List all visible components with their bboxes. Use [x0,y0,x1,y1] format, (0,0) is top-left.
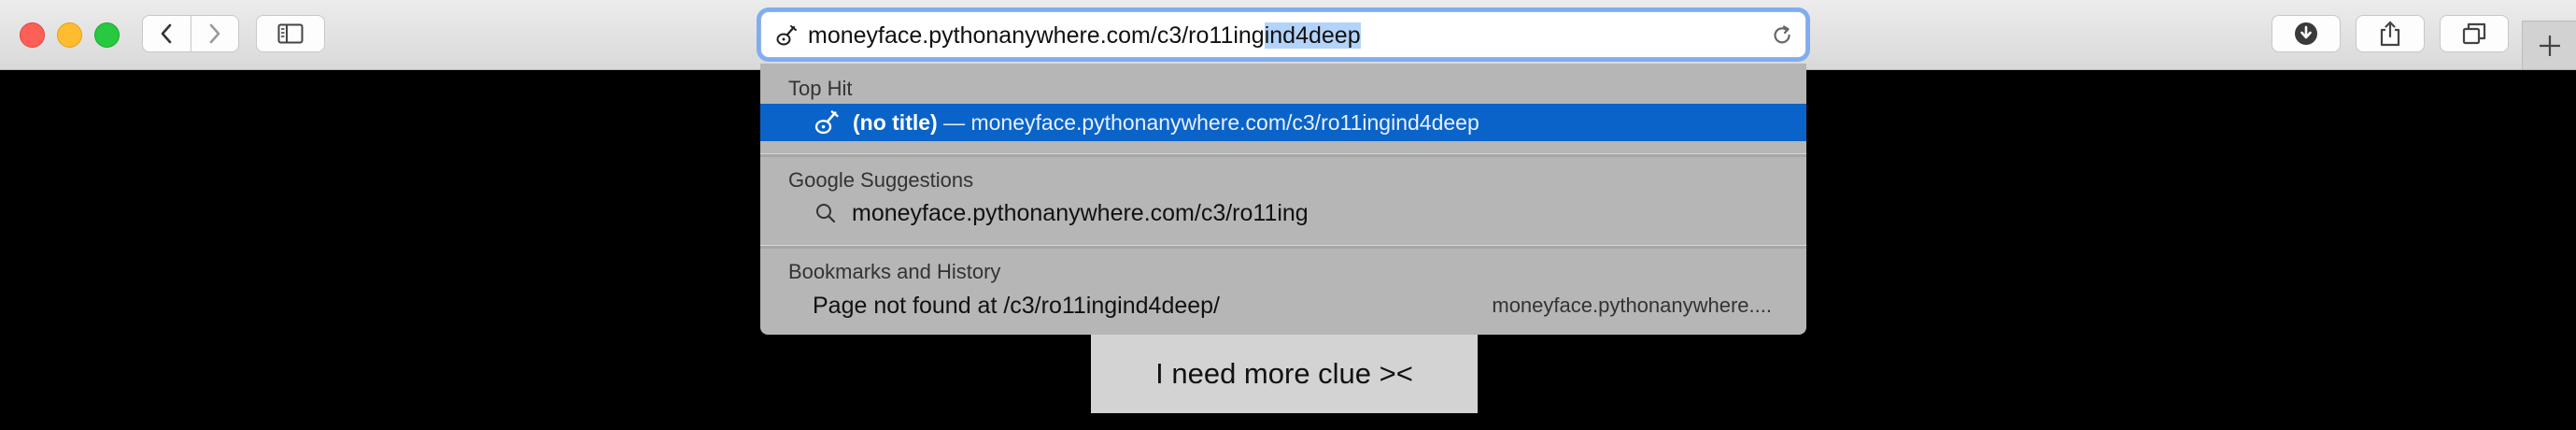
google-suggestion-item[interactable]: moneyface.pythonanywhere.com/c3/ro11ing [852,200,1309,227]
downloads-button[interactable] [2272,15,2341,52]
plus-icon [2539,35,2560,56]
forward-icon [209,23,220,44]
clue-button[interactable]: I need more clue >< [1091,335,1478,413]
minimize-window-button[interactable] [57,22,82,48]
section-divider [760,245,1806,249]
new-tab-button[interactable] [2522,21,2576,69]
close-window-button[interactable] [20,22,45,48]
address-typed-text: moneyface.pythonanywhere.com/c3/ro11ing [808,22,1265,49]
lute-favicon-icon [776,25,797,46]
bookmarks-history-header: Bookmarks and History [788,260,1001,283]
sidebar-icon [277,23,304,44]
top-hit-text: (no title) — moneyface.pythonanywhere.co… [853,110,1479,136]
zoom-window-button[interactable] [94,22,120,48]
address-autocomplete-selection: ind4deep [1264,22,1361,49]
search-icon [816,204,836,223]
history-item-title[interactable]: Page not found at /c3/ro11ingind4deep/ [813,293,1220,320]
sidebar-button[interactable] [256,15,325,52]
download-icon [2295,22,2317,45]
section-divider [760,153,1806,157]
nav-buttons [142,15,239,52]
top-hit-header: Top Hit [788,77,853,100]
top-hit-title: (no title) [853,110,938,135]
forward-button[interactable] [191,16,238,51]
browser-toolbar: moneyface.pythonanywhere.com/c3/ro11ingi… [0,0,2576,70]
share-button[interactable] [2356,15,2425,52]
clue-button-label: I need more clue >< [1155,357,1413,390]
top-hit-row[interactable]: (no title) — moneyface.pythonanywhere.co… [760,104,1806,141]
top-hit-separator: — [937,110,971,135]
show-all-tabs-button[interactable] [2440,15,2509,52]
address-bar[interactable]: moneyface.pythonanywhere.com/c3/ro11ingi… [760,11,1806,58]
address-input[interactable]: moneyface.pythonanywhere.com/c3/ro11ingi… [808,22,1361,50]
google-suggestions-header: Google Suggestions [788,168,974,192]
back-icon [161,23,172,44]
top-hit-url: moneyface.pythonanywhere.com/c3/ro11ingi… [970,110,1479,135]
back-button[interactable] [143,16,191,51]
history-item-url: moneyface.pythonanywhere.... [1492,294,1772,317]
tabs-icon [2462,22,2486,45]
lute-favicon-icon [814,110,839,135]
address-suggestions-dropdown: Top Hit (no title) — moneyface.pythonany… [760,64,1806,335]
share-icon [2380,21,2400,47]
reload-icon[interactable] [1770,23,1794,48]
